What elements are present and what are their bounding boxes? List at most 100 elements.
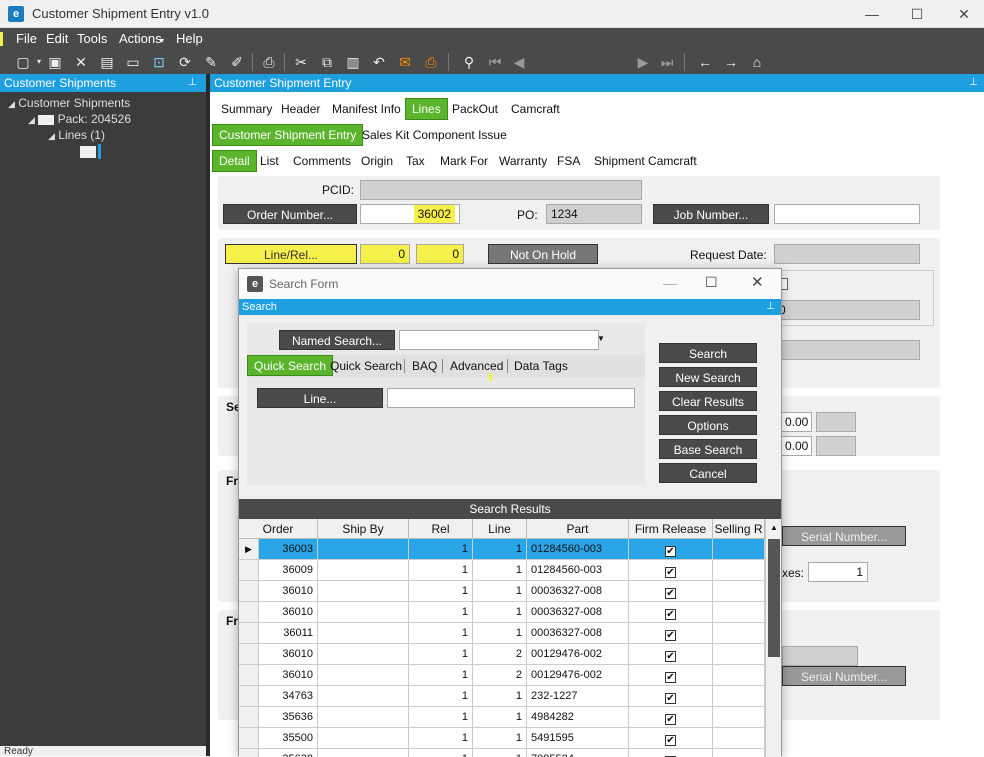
cell-selling[interactable] — [713, 728, 765, 749]
row-indicator[interactable] — [239, 602, 259, 623]
row-indicator[interactable] — [239, 707, 259, 728]
col-selling[interactable]: Selling R — [713, 519, 765, 539]
line-node-icon[interactable] — [80, 146, 96, 158]
cell-rel[interactable]: 1 — [409, 623, 473, 644]
checkbox-icon[interactable]: ✔ — [665, 567, 676, 578]
tab-quick-search-2[interactable]: Quick Search — [323, 355, 409, 377]
cell-part[interactable]: 01284560-003 — [527, 539, 629, 560]
cell-order[interactable]: 36010 — [259, 602, 318, 623]
line-field[interactable]: 0 — [360, 244, 410, 264]
tab-baq[interactable]: BAQ — [405, 355, 444, 377]
tab-tax[interactable]: Tax — [399, 150, 432, 172]
next-record-icon[interactable]: ▶ — [634, 53, 652, 71]
boxes-field[interactable]: 1 — [808, 562, 868, 582]
attach-icon[interactable]: ⊡ — [150, 53, 168, 71]
ship-field[interactable]: 0 — [774, 300, 920, 320]
first-record-icon[interactable]: ⏮ — [486, 53, 504, 71]
tab-customer-shipment-entry[interactable]: Customer Shipment Entry — [212, 124, 364, 146]
cell-rel[interactable]: 1 — [409, 539, 473, 560]
menu-tools[interactable]: Tools — [77, 31, 107, 46]
row-indicator[interactable]: ▶ — [239, 539, 259, 560]
section-5-field[interactable] — [782, 646, 858, 666]
minimize-button[interactable]: — — [854, 2, 890, 26]
cell-firm-release[interactable]: ✔ — [629, 560, 713, 581]
undo-icon[interactable]: ↶ — [370, 53, 388, 71]
serial-number-button-2[interactable]: Serial Number... — [782, 666, 906, 686]
cell-ship-by[interactable] — [318, 623, 409, 644]
note-icon[interactable]: ▭ — [124, 53, 142, 71]
cell-part[interactable]: 5491595 — [527, 728, 629, 749]
value-field-1b[interactable] — [816, 412, 856, 432]
cell-part[interactable]: 00129476-002 — [527, 665, 629, 686]
tab-lines[interactable]: Lines — [405, 98, 448, 120]
clear-icon[interactable]: ✐ — [228, 53, 246, 71]
scroll-up-icon[interactable]: ▲ — [770, 523, 778, 532]
print-icon[interactable]: ⎙ — [260, 53, 278, 71]
cell-selling[interactable] — [713, 644, 765, 665]
checkbox-icon[interactable]: ✔ — [665, 672, 676, 683]
back-icon[interactable]: ← — [696, 53, 714, 71]
cell-selling[interactable] — [713, 665, 765, 686]
cell-firm-release[interactable]: ✔ — [629, 665, 713, 686]
cell-firm-release[interactable]: ✔ — [629, 602, 713, 623]
cell-order[interactable]: 35636 — [259, 707, 318, 728]
cell-firm-release[interactable]: ✔ — [629, 644, 713, 665]
cell-ship-by[interactable] — [318, 602, 409, 623]
col-ship-by[interactable]: Ship By — [318, 519, 409, 539]
cell-order[interactable]: 36010 — [259, 581, 318, 602]
line-search-field[interactable] — [387, 388, 635, 408]
checkbox-icon[interactable]: ✔ — [665, 651, 676, 662]
cell-ship-by[interactable] — [318, 728, 409, 749]
tab-camcraft[interactable]: Camcraft — [504, 98, 567, 120]
pin-icon[interactable]: ⊥ — [766, 299, 775, 315]
cell-order[interactable]: 34763 — [259, 686, 318, 707]
col-order[interactable]: Order — [239, 519, 318, 539]
cell-ship-by[interactable] — [318, 560, 409, 581]
dialog-close-button[interactable]: ✕ — [751, 273, 764, 291]
pcid-field[interactable] — [360, 180, 642, 200]
cell-ship-by[interactable] — [318, 644, 409, 665]
pin-icon[interactable]: ⊥ — [969, 74, 978, 92]
close-button[interactable]: ✕ — [946, 2, 982, 26]
expand-icon[interactable]: ◢ — [48, 131, 55, 141]
cell-part[interactable]: 232-1227 — [527, 686, 629, 707]
serial-number-button-1[interactable]: Serial Number... — [782, 526, 906, 546]
cell-rel[interactable]: 1 — [409, 686, 473, 707]
base-search-button[interactable]: Base Search — [659, 439, 757, 459]
cell-part[interactable]: 4984282 — [527, 707, 629, 728]
cell-line[interactable]: 1 — [473, 623, 527, 644]
cell-selling[interactable] — [713, 623, 765, 644]
cell-firm-release[interactable]: ✔ — [629, 707, 713, 728]
job-number-field[interactable] — [774, 204, 920, 224]
line-search-button[interactable]: Line... — [257, 388, 383, 408]
book-icon[interactable]: ▤ — [98, 53, 116, 71]
checkbox-icon[interactable]: ✔ — [665, 609, 676, 620]
cell-firm-release[interactable]: ✔ — [629, 686, 713, 707]
tree-pack[interactable]: ◢ Pack: 204526 — [28, 112, 131, 126]
cell-line[interactable]: 2 — [473, 644, 527, 665]
request-date-field[interactable] — [774, 244, 920, 264]
checkbox-icon[interactable]: ✔ — [665, 588, 676, 599]
dialog-minimize-button[interactable]: — — [663, 275, 677, 291]
tab-quick-search-1[interactable]: Quick Search — [247, 355, 334, 376]
tab-origin[interactable]: Origin — [354, 150, 400, 172]
pin-icon[interactable]: ⊥ — [188, 74, 197, 92]
cell-rel[interactable]: 1 — [409, 581, 473, 602]
cell-line[interactable]: 1 — [473, 728, 527, 749]
menu-help[interactable]: Help — [176, 31, 203, 46]
tab-packout[interactable]: PackOut — [445, 98, 505, 120]
menu-edit[interactable]: Edit — [46, 31, 68, 46]
tab-manifest-info[interactable]: Manifest Info — [325, 98, 408, 120]
email-icon[interactable]: ✉ — [396, 53, 414, 71]
menu-actions[interactable]: Actions — [119, 31, 162, 46]
cell-firm-release[interactable]: ✔ — [629, 539, 713, 560]
cell-ship-by[interactable] — [318, 686, 409, 707]
cell-firm-release[interactable]: ✔ — [629, 581, 713, 602]
not-on-hold-button[interactable]: Not On Hold — [488, 244, 598, 264]
cell-rel[interactable]: 1 — [409, 602, 473, 623]
row-indicator[interactable] — [239, 686, 259, 707]
cell-line[interactable]: 1 — [473, 560, 527, 581]
refresh-icon[interactable]: ⟳ — [176, 53, 194, 71]
tab-fsa[interactable]: FSA — [550, 150, 587, 172]
cell-order[interactable]: 36011 — [259, 623, 318, 644]
